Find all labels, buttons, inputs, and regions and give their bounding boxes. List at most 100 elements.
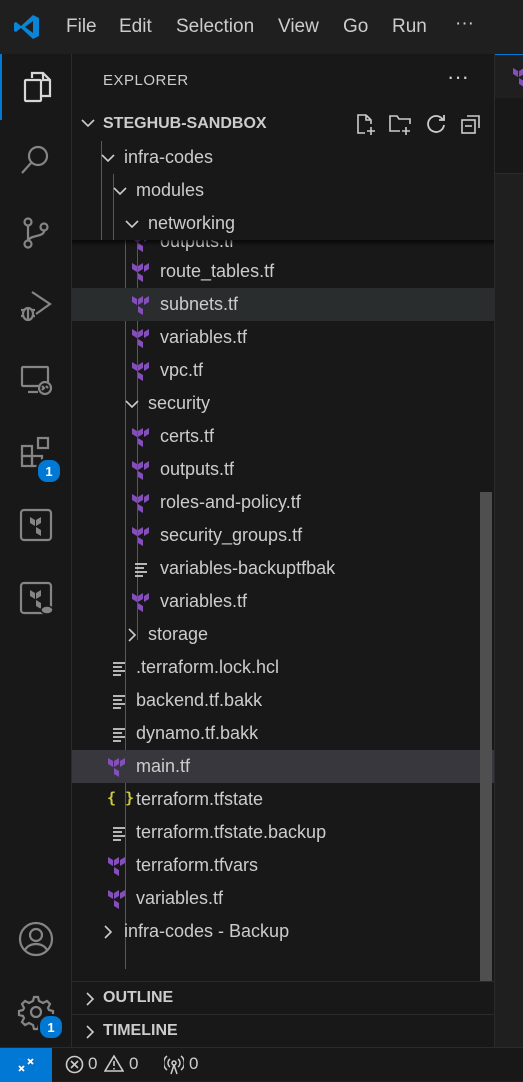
tree-item-label: variables.tf: [136, 888, 224, 908]
menu-edit[interactable]: Edit: [119, 15, 152, 39]
accounts-activity-button[interactable]: [0, 906, 72, 972]
tree-item-label: modules: [136, 180, 205, 200]
menu-selection[interactable]: Selection: [176, 15, 254, 39]
refresh-icon[interactable]: [424, 112, 448, 136]
terraform-file-icon: [130, 526, 150, 546]
tree-item-label: variables-backuptfbak: [160, 558, 336, 578]
ports-status-button[interactable]: 0: [164, 1048, 204, 1082]
tree-item-label: terraform.tfstate: [136, 789, 264, 809]
menu-more-button[interactable]: ···: [455, 12, 474, 36]
timeline-panel-header[interactable]: TIMELINE: [72, 1014, 494, 1047]
explorer-title: EXPLORER: [103, 72, 189, 89]
menu-view[interactable]: View: [278, 15, 319, 39]
manage-activity-button[interactable]: 1: [0, 979, 72, 1045]
tree-item-variables-root[interactable]: variables.tf: [72, 882, 494, 915]
tree-item-label: terraform.tfstate.backup: [136, 822, 327, 842]
tree-item-subnets[interactable]: subnets.tf: [72, 288, 494, 321]
tree-item-tfvars[interactable]: terraform.tfvars: [72, 849, 494, 882]
search-icon: [18, 142, 54, 178]
tree-item-folder-infra-backup[interactable]: infra-codes - Backup: [72, 915, 494, 948]
search-activity-button[interactable]: [0, 127, 72, 193]
title-bar: File Edit Selection View Go Run ···: [0, 0, 523, 54]
terraform-file-icon: [511, 67, 523, 87]
tree-item-roles-and-policy[interactable]: roles-and-policy.tf: [72, 486, 494, 519]
explorer-more-button[interactable]: ···: [447, 64, 469, 90]
remote-explorer-activity-button[interactable]: [0, 346, 72, 412]
tree-item-folder-security[interactable]: security: [72, 387, 494, 420]
tree-item-dynamo-bakk[interactable]: dynamo.tf.bakk: [72, 717, 494, 750]
tree-item-label: roles-and-policy.tf: [160, 492, 301, 512]
tree-item-label: variables.tf: [160, 591, 248, 611]
editor-tab[interactable]: [495, 54, 523, 98]
tree-item-vpc[interactable]: vpc.tf: [72, 354, 494, 387]
menu-file[interactable]: File: [66, 15, 97, 39]
terraform-file-icon: [130, 295, 150, 315]
source-control-icon: [18, 215, 54, 251]
remote-indicator-button[interactable]: [0, 1048, 52, 1082]
extensions-activity-button[interactable]: 1: [0, 419, 72, 485]
chevron-down-icon: [124, 396, 140, 412]
outline-panel-header[interactable]: OUTLINE: [72, 981, 494, 1014]
editor-area: [494, 54, 523, 1047]
tree-item-tfstate[interactable]: { } terraform.tfstate: [72, 783, 494, 816]
warning-icon: [104, 1054, 124, 1073]
workspace-root-header[interactable]: STEGHUB-SANDBOX: [72, 108, 494, 141]
new-file-icon[interactable]: [353, 112, 377, 136]
problems-status-button[interactable]: 0 0: [64, 1048, 144, 1082]
tree-item-variables-security[interactable]: variables.tf: [72, 585, 494, 618]
terraform-file-icon: [106, 856, 126, 876]
tree-item-variables-networking[interactable]: variables.tf: [72, 321, 494, 354]
run-debug-activity-button[interactable]: [0, 273, 72, 339]
tree-item-label: infra-codes: [124, 147, 214, 167]
error-count: 0: [88, 1054, 98, 1073]
tree-item-outputs-security[interactable]: outputs.tf: [72, 453, 494, 486]
explorer-scrollbar[interactable]: [480, 492, 492, 982]
error-icon: [65, 1055, 84, 1074]
sticky-scroll-header: infra-codes modules networking: [72, 141, 494, 240]
tree-item-terraform-lock[interactable]: .terraform.lock.hcl: [72, 651, 494, 684]
tree-item-label: networking: [148, 213, 236, 233]
remote-icon: [16, 1055, 36, 1075]
editor-breadcrumb-area: [495, 98, 523, 174]
tree-item-tfstate-backup[interactable]: terraform.tfstate.backup: [72, 816, 494, 849]
tree-item-label: storage: [148, 624, 209, 644]
text-file-icon: [112, 823, 132, 843]
workspace-root-title: STEGHUB-SANDBOX: [103, 115, 267, 132]
tree-item-certs[interactable]: certs.tf: [72, 420, 494, 453]
tree-item-folder-storage[interactable]: storage: [72, 618, 494, 651]
terraform-cloud-activity-button[interactable]: [0, 565, 72, 631]
chevron-right-icon: [100, 924, 116, 940]
tree-item-backend-bakk[interactable]: backend.tf.bakk: [72, 684, 494, 717]
tree-item-label: security: [148, 393, 211, 413]
new-folder-icon[interactable]: [388, 112, 412, 136]
tree-item-folder-networking[interactable]: networking: [72, 207, 494, 240]
text-file-icon: [112, 724, 132, 744]
text-file-icon: [112, 658, 132, 678]
tree-item-main[interactable]: main.tf: [72, 750, 494, 783]
tree-item-variables-backup[interactable]: variables-backuptfbak: [72, 552, 494, 585]
run-debug-icon: [18, 288, 54, 324]
collapse-all-icon[interactable]: [459, 112, 483, 136]
explorer-activity-button[interactable]: [0, 54, 72, 120]
source-control-activity-button[interactable]: [0, 200, 72, 266]
remote-explorer-icon: [18, 361, 54, 397]
outline-title: OUTLINE: [103, 989, 174, 1006]
terraform-activity-button[interactable]: [0, 492, 72, 558]
tree-item-security-groups[interactable]: security_groups.tf: [72, 519, 494, 552]
tree-item-label: infra-codes - Backup: [124, 921, 290, 941]
terraform-file-icon: [130, 262, 150, 282]
chevron-down-icon: [80, 115, 96, 131]
tree-item-route-tables[interactable]: route_tables.tf: [72, 255, 494, 288]
menu-go[interactable]: Go: [343, 15, 368, 39]
files-icon: [19, 69, 55, 105]
tree-item-label: terraform.tfvars: [136, 855, 259, 875]
terraform-file-icon: [106, 889, 126, 909]
terraform-file-icon: [130, 592, 150, 612]
tree-item-folder-modules[interactable]: modules: [72, 174, 494, 207]
tree-item-label: backend.tf.bakk: [136, 690, 263, 710]
tree-item-folder-infra-codes[interactable]: infra-codes: [72, 141, 494, 174]
chevron-right-icon: [82, 1024, 98, 1040]
tree-item-label: vpc.tf: [160, 360, 204, 380]
menu-run[interactable]: Run: [392, 15, 427, 39]
terraform-file-icon: [130, 427, 150, 447]
